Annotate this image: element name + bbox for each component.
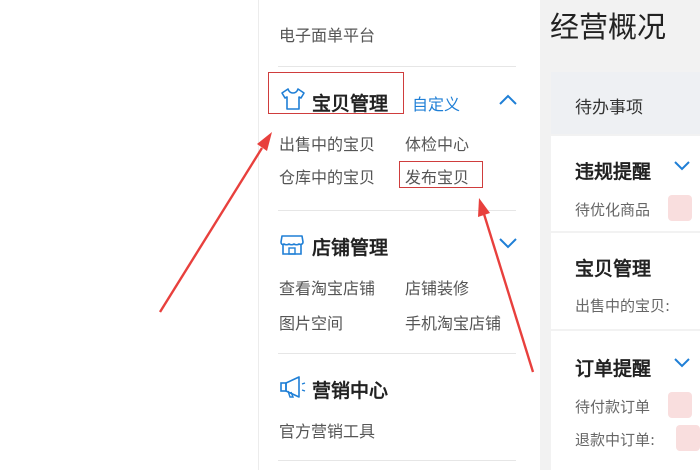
sidebar-link-e-waybill[interactable]: 电子面单平台 [279,22,375,46]
redacted-value [676,425,700,451]
sidebar-link-image-space[interactable]: 图片空间 [279,310,343,334]
card-title: 违规提醒 [575,161,652,183]
page-title: 经营概况 [550,10,667,44]
sidebar-link-official-marketing-tools[interactable]: 官方营销工具 [279,418,375,442]
card-row[interactable]: 出售中的宝贝: [575,295,670,316]
sidebar-link-mobile-shop[interactable]: 手机淘宝店铺 [405,310,501,334]
chevron-down-icon[interactable] [498,236,518,250]
highlight-box [268,72,404,114]
redacted-value [668,392,692,418]
sidebar-link-shop-decoration[interactable]: 店铺装修 [405,275,469,299]
divider [278,353,516,354]
sidebar-link-health-check[interactable]: 体检中心 [405,131,469,155]
sidebar-link-on-sale-items[interactable]: 出售中的宝贝 [279,131,375,155]
sidebar-link-view-shop[interactable]: 查看淘宝店铺 [279,275,375,299]
megaphone-icon [280,376,306,398]
card-row[interactable]: 待付款订单 [575,396,650,417]
sidebar-link-warehouse-items[interactable]: 仓库中的宝贝 [279,164,375,188]
card-row[interactable]: 待优化商品 [575,199,650,220]
redacted-value [668,195,692,221]
section-title-shop-management[interactable]: 店铺管理 [312,233,388,260]
divider [278,66,516,67]
todo-label: 待办事项 [575,98,643,118]
divider [278,460,516,461]
highlight-box [399,161,483,188]
section-title-marketing-center[interactable]: 营销中心 [312,376,388,403]
store-icon [280,235,304,255]
chevron-down-icon[interactable] [673,357,691,369]
chevron-up-icon[interactable] [498,93,518,107]
chevron-down-icon[interactable] [673,160,691,172]
card-row[interactable]: 退款中订单: [575,429,655,450]
card-title: 宝贝管理 [575,258,652,280]
divider [278,210,516,211]
card-title: 订单提醒 [575,358,652,380]
customize-link[interactable]: 自定义 [412,91,460,115]
